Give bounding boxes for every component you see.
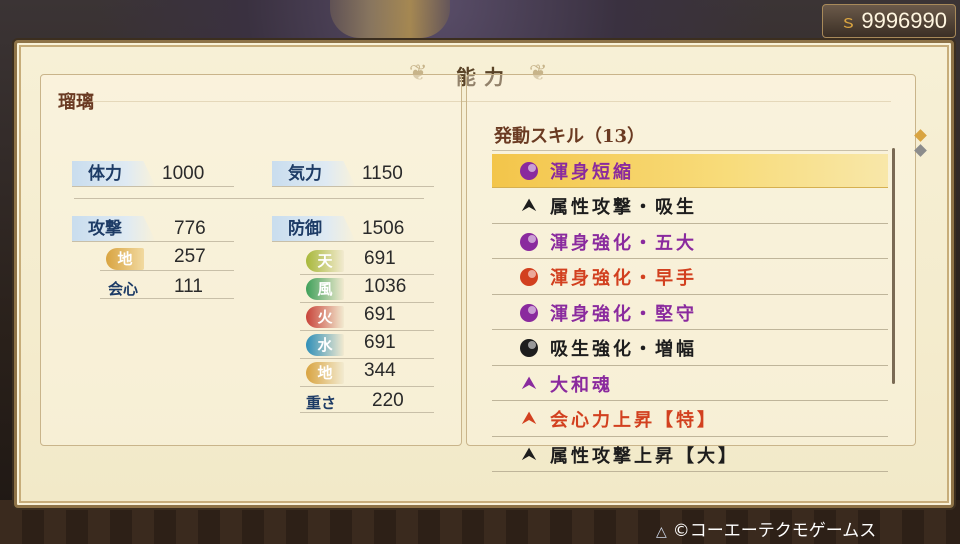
divider [300,330,434,331]
defense-element-value: 1036 [364,276,407,297]
triangle-button-icon[interactable]: △ [656,524,667,540]
divider [72,186,234,187]
character-name: 瑠璃 [58,92,94,113]
divider [300,274,434,275]
stamina-label: 体力 [72,161,156,187]
defense-element-value: 691 [364,248,396,269]
skill-item[interactable]: 渾身強化・早手 [492,261,888,295]
critical-label: 会心 [108,280,139,298]
purple-chevron-icon: ⮝ [521,372,537,394]
attack-label: 攻撃 [72,216,156,242]
purple-orb-icon [518,231,540,253]
divider [72,241,234,242]
weight-value: 220 [372,390,404,411]
skill-item[interactable]: 渾身短縮 [492,154,888,188]
spirit-label: 気力 [272,161,356,187]
skill-name: 属性攻撃・吸生 [550,197,697,218]
defense-element-value: 691 [364,304,396,325]
attack-element-badge: 地 [106,248,144,270]
background-character [330,0,450,38]
skill-name: 渾身短縮 [550,161,634,183]
skills-count: （13） [584,126,646,147]
red-orb-icon [518,266,540,288]
skill-name: 渾身強化・五大 [550,232,697,254]
divider [100,298,234,299]
divider [300,412,434,413]
skill-item[interactable]: 渾身強化・堅守 [492,296,888,330]
divider [272,241,434,242]
attack-element-value: 257 [174,246,206,267]
attack-value: 776 [174,218,206,239]
stamina-value: 1000 [162,163,205,184]
black-orb-icon [518,337,540,359]
purple-orb-icon [518,302,540,324]
divider [300,302,434,303]
defense-element-badge: 地 [306,362,344,384]
divider [492,150,888,151]
divider [300,358,434,359]
copyright-text: ©コーエーテクモゲームス [672,521,877,541]
skill-name: 大和魂 [550,374,613,396]
skill-item[interactable]: ⮝ 大和魂 [492,367,888,401]
skills-title: 発動スキル [494,126,584,147]
defense-element-value: 691 [364,332,396,353]
skills-scrollbar[interactable] [892,148,895,384]
defense-value: 1506 [362,218,405,239]
skill-item[interactable]: 吸生強化・増幅 [492,332,888,366]
defense-element-badge: 天 [306,250,344,272]
skills-header: 発動スキル（13） [494,122,645,148]
divider [74,198,424,199]
defense-label: 防御 [272,216,356,242]
money-value: 9996990 [861,8,947,33]
skill-name: 会心力上昇【特】 [550,410,718,431]
divider [272,186,434,187]
red-chevron-icon: ⮝ [521,408,537,429]
spirit-value: 1150 [362,163,403,184]
money-display: ｓ 9996990 [822,4,956,38]
skill-name: 渾身強化・早手 [550,268,697,289]
footer: △ ©コーエーテクモゲームス [656,516,876,541]
skill-name: 吸生強化・増幅 [550,339,697,360]
black-chevron-icon: ⮝ [521,195,537,216]
black-chevron-icon: ⮝ [521,443,537,465]
skill-item[interactable]: 渾身強化・五大 [492,225,888,259]
defense-element-badge: 火 [306,306,344,328]
weight-label: 重さ [306,394,337,412]
skill-item[interactable]: ⮝ 属性攻撃上昇【大】 [492,438,888,472]
divider [100,270,234,271]
divider [300,386,434,387]
purple-orb-icon [518,160,540,182]
skill-item[interactable]: ⮝ 会心力上昇【特】 [492,403,888,437]
skill-name: 渾身強化・堅守 [550,303,697,325]
critical-value: 111 [174,276,203,297]
coin-icon: ｓ [839,12,858,33]
defense-element-badge: 水 [306,334,344,356]
skill-name: 属性攻撃上昇【大】 [550,445,739,467]
defense-element-badge: 風 [306,278,344,300]
skill-item[interactable]: ⮝ 属性攻撃・吸生 [492,190,888,224]
defense-element-value: 344 [364,360,396,381]
